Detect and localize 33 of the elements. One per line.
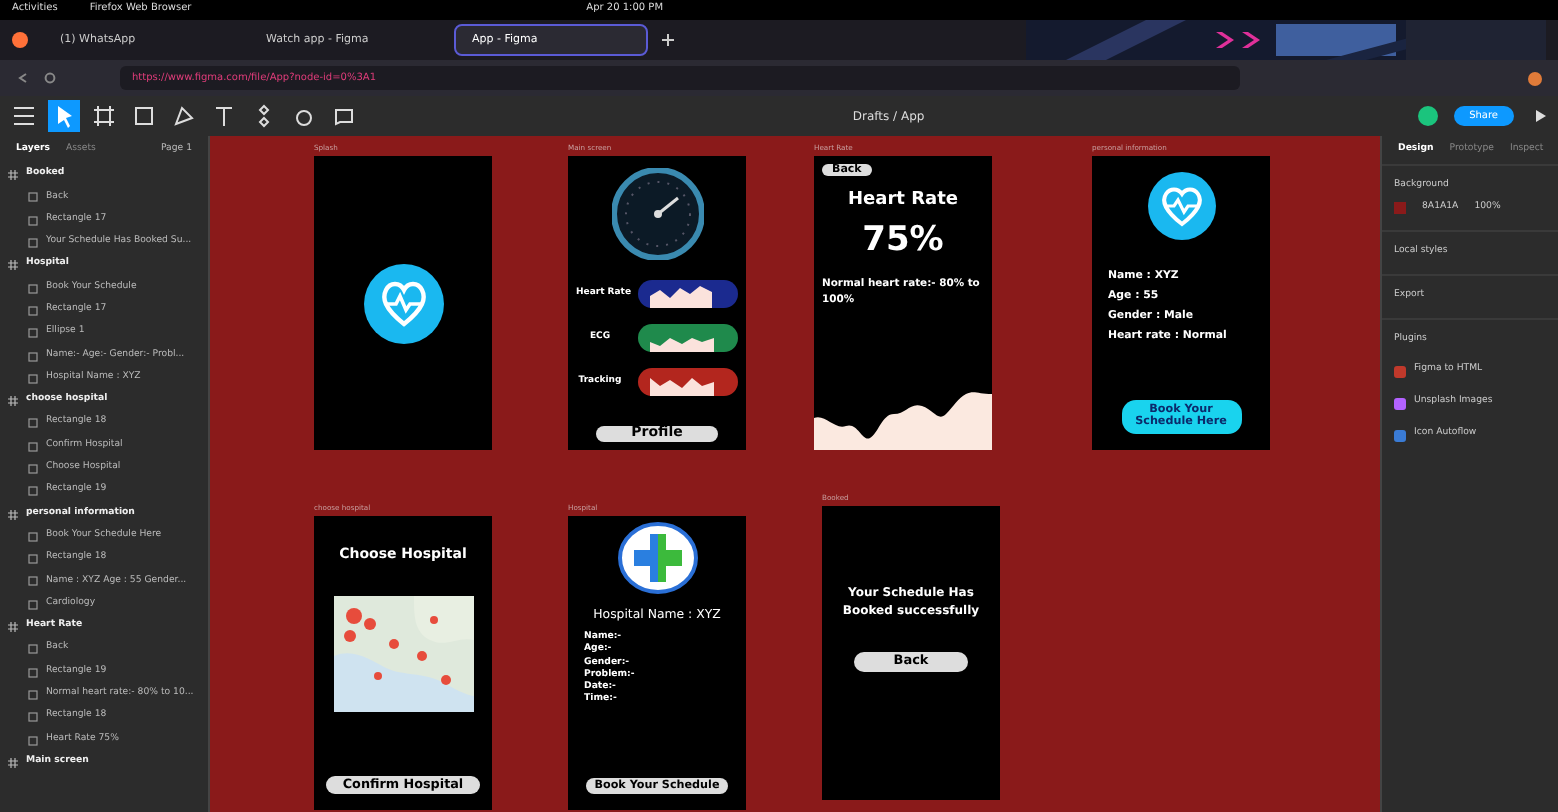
- layer-icon: [28, 712, 38, 723]
- pen-tool-icon[interactable]: [168, 100, 200, 132]
- layer-icon: [28, 215, 38, 226]
- screen-title: Heart Rate: [848, 188, 958, 215]
- layer-icon: [28, 735, 38, 746]
- layer-icon: [28, 192, 38, 203]
- layer-icon: [28, 599, 38, 610]
- user-avatar[interactable]: [1417, 106, 1438, 126]
- play-icon[interactable]: [1530, 106, 1550, 126]
- layer-icon: [28, 644, 38, 655]
- frame-icon: [8, 509, 18, 520]
- layer-icon: [28, 328, 38, 339]
- frame-icon: [8, 260, 18, 271]
- layer-icon: [28, 441, 38, 452]
- frame-icon: [8, 622, 18, 633]
- speedometer-gauge-drawing: [611, 168, 703, 260]
- frame-tool-icon[interactable]: [88, 100, 120, 132]
- frame-icon: [8, 170, 18, 181]
- back-icon[interactable]: [16, 72, 28, 84]
- medical-cross-logo: [617, 522, 697, 594]
- color-swatch[interactable]: [1394, 202, 1406, 215]
- heart-pulse-icon: [1147, 172, 1215, 240]
- layer-icon: [28, 418, 38, 429]
- frame-icon: [8, 757, 18, 768]
- frame-icon: [8, 396, 18, 407]
- layer-icon: [28, 238, 38, 249]
- heart-pulse-icon: [363, 263, 443, 343]
- heart-rate-value: 75%: [862, 217, 944, 264]
- layer-icon: [28, 486, 38, 497]
- layer-icon: [28, 464, 38, 474]
- reload-icon[interactable]: [44, 72, 56, 84]
- new-tab-icon[interactable]: [662, 34, 674, 46]
- layer-icon: [28, 531, 38, 542]
